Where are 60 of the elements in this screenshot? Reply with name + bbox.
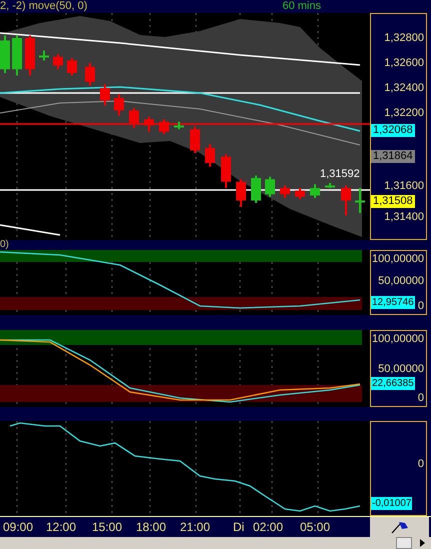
scrollbar-thumb[interactable]: [396, 537, 412, 549]
price-marker: 1,31864: [371, 150, 415, 163]
candlestick: [221, 154, 231, 188]
candlestick: [280, 186, 290, 198]
axis-tick-label: 0: [418, 458, 424, 472]
candlestick: [236, 179, 246, 207]
scroll-right-icon[interactable]: [420, 539, 425, 547]
axis-tick-label: 50,00000: [378, 362, 424, 376]
axis-tick-label: 1,31600: [384, 180, 424, 193]
candlestick: [0, 36, 10, 73]
value-marker: 22,66385: [371, 376, 415, 390]
indicator-label: 0): [0, 239, 9, 250]
axis-tick-label: 0: [418, 300, 424, 313]
candlestick: [114, 94, 124, 116]
axis-tick-label: 100,00000: [372, 252, 424, 266]
time-axis-label: 09:00: [3, 520, 34, 534]
trend-line: [0, 224, 60, 236]
candlestick: [53, 54, 63, 70]
price-marker: 1,31508: [371, 195, 415, 208]
value-marker: 12,95746: [371, 296, 415, 309]
axis-tick-label: 1,32400: [384, 82, 424, 95]
indicator-title: 2, -2) move(50, 0): [0, 0, 88, 13]
timeframe-label: 60 mins: [282, 0, 321, 13]
time-axis-label: 12:00: [46, 520, 76, 534]
time-axis-label: 05:00: [300, 520, 330, 534]
candlestick: [85, 63, 95, 86]
candlestick: [39, 50, 49, 60]
axis-tick-label: 1,31400: [384, 211, 424, 224]
candlestick: [144, 116, 154, 132]
candlestick: [310, 184, 320, 198]
time-axis-label: Di: [233, 520, 244, 534]
candlestick: [205, 144, 215, 167]
axis-tick-label: 50,00000: [378, 274, 424, 288]
time-axis-label: 15:00: [92, 520, 122, 534]
time-axis-label: 21:00: [180, 520, 210, 534]
candlestick: [295, 188, 305, 200]
candlestick: [325, 183, 335, 188]
axis-tick-label: 0: [418, 392, 424, 405]
axis-tick-label: 1,32200: [384, 107, 424, 120]
flag-icon[interactable]: [390, 520, 408, 534]
axis-tick-label: 100,00000: [372, 332, 424, 346]
candlestick: [129, 108, 139, 128]
value-marker: -0,01007: [371, 497, 412, 510]
candlestick: [12, 36, 22, 76]
axis-tick-label: 1,32800: [384, 32, 424, 45]
candlestick: [251, 176, 261, 203]
axis-tick-label: 1,32600: [384, 57, 424, 70]
price-marker: 1,32068: [371, 124, 415, 137]
time-axis-label: 18:00: [136, 520, 166, 534]
time-axis-label: 02:00: [253, 520, 284, 534]
price-label: 1,31592: [320, 168, 360, 180]
candlestick: [159, 119, 169, 134]
candlestick: [190, 126, 200, 153]
candlestick: [25, 36, 35, 76]
candlestick: [174, 122, 184, 130]
candlestick: [67, 58, 77, 76]
candlestick: [100, 84, 110, 106]
candlestick: [341, 186, 351, 216]
candlestick: [265, 176, 275, 197]
candlestick: [355, 188, 365, 213]
